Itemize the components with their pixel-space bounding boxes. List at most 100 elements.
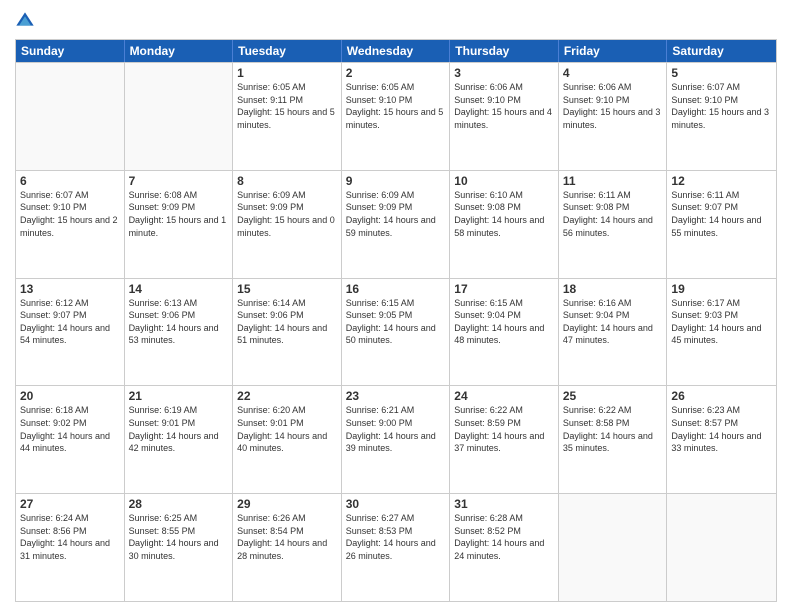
cal-cell: 2Sunrise: 6:05 AMSunset: 9:10 PMDaylight… bbox=[342, 63, 451, 170]
day-info: Sunrise: 6:07 AMSunset: 9:10 PMDaylight:… bbox=[671, 81, 772, 131]
day-info: Sunrise: 6:06 AMSunset: 9:10 PMDaylight:… bbox=[454, 81, 554, 131]
day-info: Sunrise: 6:24 AMSunset: 8:56 PMDaylight:… bbox=[20, 512, 120, 562]
day-info: Sunrise: 6:19 AMSunset: 9:01 PMDaylight:… bbox=[129, 404, 229, 454]
day-info: Sunrise: 6:09 AMSunset: 9:09 PMDaylight:… bbox=[346, 189, 446, 239]
day-number: 25 bbox=[563, 389, 663, 403]
day-number: 23 bbox=[346, 389, 446, 403]
day-number: 28 bbox=[129, 497, 229, 511]
cal-cell: 27Sunrise: 6:24 AMSunset: 8:56 PMDayligh… bbox=[16, 494, 125, 601]
day-info: Sunrise: 6:21 AMSunset: 9:00 PMDaylight:… bbox=[346, 404, 446, 454]
cal-cell: 31Sunrise: 6:28 AMSunset: 8:52 PMDayligh… bbox=[450, 494, 559, 601]
cal-cell: 3Sunrise: 6:06 AMSunset: 9:10 PMDaylight… bbox=[450, 63, 559, 170]
day-number: 20 bbox=[20, 389, 120, 403]
cal-cell bbox=[559, 494, 668, 601]
day-number: 16 bbox=[346, 282, 446, 296]
day-number: 15 bbox=[237, 282, 337, 296]
day-info: Sunrise: 6:10 AMSunset: 9:08 PMDaylight:… bbox=[454, 189, 554, 239]
weekday-header-tuesday: Tuesday bbox=[233, 40, 342, 62]
day-info: Sunrise: 6:16 AMSunset: 9:04 PMDaylight:… bbox=[563, 297, 663, 347]
day-number: 3 bbox=[454, 66, 554, 80]
day-number: 6 bbox=[20, 174, 120, 188]
day-number: 27 bbox=[20, 497, 120, 511]
week-row-2: 6Sunrise: 6:07 AMSunset: 9:10 PMDaylight… bbox=[16, 170, 776, 278]
day-info: Sunrise: 6:23 AMSunset: 8:57 PMDaylight:… bbox=[671, 404, 772, 454]
week-row-5: 27Sunrise: 6:24 AMSunset: 8:56 PMDayligh… bbox=[16, 493, 776, 601]
day-info: Sunrise: 6:15 AMSunset: 9:05 PMDaylight:… bbox=[346, 297, 446, 347]
cal-cell: 5Sunrise: 6:07 AMSunset: 9:10 PMDaylight… bbox=[667, 63, 776, 170]
day-number: 26 bbox=[671, 389, 772, 403]
cal-cell: 4Sunrise: 6:06 AMSunset: 9:10 PMDaylight… bbox=[559, 63, 668, 170]
day-number: 13 bbox=[20, 282, 120, 296]
calendar-body: 1Sunrise: 6:05 AMSunset: 9:11 PMDaylight… bbox=[16, 62, 776, 601]
day-info: Sunrise: 6:27 AMSunset: 8:53 PMDaylight:… bbox=[346, 512, 446, 562]
cal-cell: 1Sunrise: 6:05 AMSunset: 9:11 PMDaylight… bbox=[233, 63, 342, 170]
cal-cell: 11Sunrise: 6:11 AMSunset: 9:08 PMDayligh… bbox=[559, 171, 668, 278]
day-number: 1 bbox=[237, 66, 337, 80]
cal-cell: 17Sunrise: 6:15 AMSunset: 9:04 PMDayligh… bbox=[450, 279, 559, 386]
day-number: 12 bbox=[671, 174, 772, 188]
day-number: 14 bbox=[129, 282, 229, 296]
page: SundayMondayTuesdayWednesdayThursdayFrid… bbox=[0, 0, 792, 612]
calendar: SundayMondayTuesdayWednesdayThursdayFrid… bbox=[15, 39, 777, 602]
weekday-header-wednesday: Wednesday bbox=[342, 40, 451, 62]
cal-cell: 28Sunrise: 6:25 AMSunset: 8:55 PMDayligh… bbox=[125, 494, 234, 601]
cal-cell: 24Sunrise: 6:22 AMSunset: 8:59 PMDayligh… bbox=[450, 386, 559, 493]
cal-cell: 22Sunrise: 6:20 AMSunset: 9:01 PMDayligh… bbox=[233, 386, 342, 493]
day-number: 19 bbox=[671, 282, 772, 296]
day-info: Sunrise: 6:14 AMSunset: 9:06 PMDaylight:… bbox=[237, 297, 337, 347]
header bbox=[15, 10, 777, 31]
week-row-1: 1Sunrise: 6:05 AMSunset: 9:11 PMDaylight… bbox=[16, 62, 776, 170]
cal-cell: 10Sunrise: 6:10 AMSunset: 9:08 PMDayligh… bbox=[450, 171, 559, 278]
day-number: 30 bbox=[346, 497, 446, 511]
cal-cell: 21Sunrise: 6:19 AMSunset: 9:01 PMDayligh… bbox=[125, 386, 234, 493]
day-number: 11 bbox=[563, 174, 663, 188]
week-row-4: 20Sunrise: 6:18 AMSunset: 9:02 PMDayligh… bbox=[16, 385, 776, 493]
day-number: 24 bbox=[454, 389, 554, 403]
calendar-header: SundayMondayTuesdayWednesdayThursdayFrid… bbox=[16, 40, 776, 62]
cal-cell: 25Sunrise: 6:22 AMSunset: 8:58 PMDayligh… bbox=[559, 386, 668, 493]
cal-cell: 18Sunrise: 6:16 AMSunset: 9:04 PMDayligh… bbox=[559, 279, 668, 386]
day-number: 9 bbox=[346, 174, 446, 188]
logo bbox=[15, 10, 39, 31]
day-number: 31 bbox=[454, 497, 554, 511]
day-number: 7 bbox=[129, 174, 229, 188]
logo-icon bbox=[15, 11, 35, 31]
day-number: 18 bbox=[563, 282, 663, 296]
weekday-header-thursday: Thursday bbox=[450, 40, 559, 62]
cal-cell: 8Sunrise: 6:09 AMSunset: 9:09 PMDaylight… bbox=[233, 171, 342, 278]
cal-cell: 13Sunrise: 6:12 AMSunset: 9:07 PMDayligh… bbox=[16, 279, 125, 386]
day-info: Sunrise: 6:05 AMSunset: 9:10 PMDaylight:… bbox=[346, 81, 446, 131]
cal-cell: 23Sunrise: 6:21 AMSunset: 9:00 PMDayligh… bbox=[342, 386, 451, 493]
weekday-header-monday: Monday bbox=[125, 40, 234, 62]
day-info: Sunrise: 6:28 AMSunset: 8:52 PMDaylight:… bbox=[454, 512, 554, 562]
day-info: Sunrise: 6:12 AMSunset: 9:07 PMDaylight:… bbox=[20, 297, 120, 347]
cal-cell: 6Sunrise: 6:07 AMSunset: 9:10 PMDaylight… bbox=[16, 171, 125, 278]
cal-cell bbox=[667, 494, 776, 601]
cal-cell: 9Sunrise: 6:09 AMSunset: 9:09 PMDaylight… bbox=[342, 171, 451, 278]
weekday-header-saturday: Saturday bbox=[667, 40, 776, 62]
cal-cell: 16Sunrise: 6:15 AMSunset: 9:05 PMDayligh… bbox=[342, 279, 451, 386]
day-info: Sunrise: 6:22 AMSunset: 8:58 PMDaylight:… bbox=[563, 404, 663, 454]
day-number: 2 bbox=[346, 66, 446, 80]
cal-cell: 15Sunrise: 6:14 AMSunset: 9:06 PMDayligh… bbox=[233, 279, 342, 386]
day-info: Sunrise: 6:20 AMSunset: 9:01 PMDaylight:… bbox=[237, 404, 337, 454]
cal-cell bbox=[16, 63, 125, 170]
day-number: 21 bbox=[129, 389, 229, 403]
day-info: Sunrise: 6:22 AMSunset: 8:59 PMDaylight:… bbox=[454, 404, 554, 454]
day-info: Sunrise: 6:05 AMSunset: 9:11 PMDaylight:… bbox=[237, 81, 337, 131]
cal-cell: 19Sunrise: 6:17 AMSunset: 9:03 PMDayligh… bbox=[667, 279, 776, 386]
day-info: Sunrise: 6:07 AMSunset: 9:10 PMDaylight:… bbox=[20, 189, 120, 239]
day-number: 22 bbox=[237, 389, 337, 403]
day-info: Sunrise: 6:26 AMSunset: 8:54 PMDaylight:… bbox=[237, 512, 337, 562]
weekday-header-friday: Friday bbox=[559, 40, 668, 62]
cal-cell: 20Sunrise: 6:18 AMSunset: 9:02 PMDayligh… bbox=[16, 386, 125, 493]
day-number: 17 bbox=[454, 282, 554, 296]
day-info: Sunrise: 6:17 AMSunset: 9:03 PMDaylight:… bbox=[671, 297, 772, 347]
week-row-3: 13Sunrise: 6:12 AMSunset: 9:07 PMDayligh… bbox=[16, 278, 776, 386]
day-info: Sunrise: 6:18 AMSunset: 9:02 PMDaylight:… bbox=[20, 404, 120, 454]
cal-cell: 30Sunrise: 6:27 AMSunset: 8:53 PMDayligh… bbox=[342, 494, 451, 601]
day-number: 5 bbox=[671, 66, 772, 80]
cal-cell bbox=[125, 63, 234, 170]
day-number: 8 bbox=[237, 174, 337, 188]
day-info: Sunrise: 6:15 AMSunset: 9:04 PMDaylight:… bbox=[454, 297, 554, 347]
